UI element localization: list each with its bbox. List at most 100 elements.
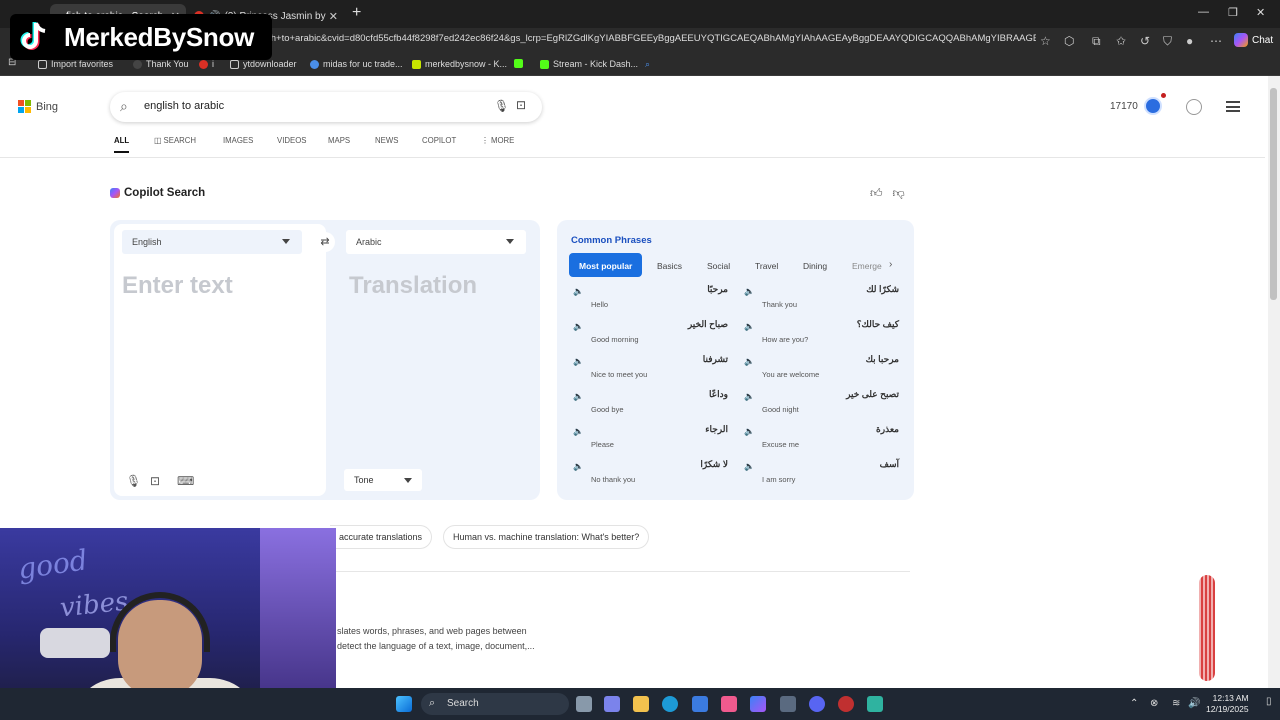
app-icon[interactable] [721,696,737,712]
phrase-item[interactable]: 🔈 معذرة Excuse me [742,424,907,454]
teams-icon[interactable] [604,696,620,712]
tab-news[interactable]: NEWS [375,136,398,145]
bookmark-kick[interactable] [514,59,523,68]
app-icon[interactable] [780,696,796,712]
account-icon[interactable] [1186,99,1202,115]
taskbar-search[interactable]: ⌕ Search [421,693,569,715]
hamburger-menu-icon[interactable] [1226,101,1240,112]
search-box[interactable]: ⌕ english to arabic 🎙 ⊡ [110,92,542,122]
edge-icon[interactable] [662,696,678,712]
phrase-item[interactable]: 🔈 تصبح على خير Good night [742,389,907,419]
phrase-item[interactable]: 🔈 تشرفنا Nice to meet you [571,354,736,384]
task-view-icon[interactable] [576,696,592,712]
category-most-popular[interactable]: Most popular [569,253,643,277]
tone-select[interactable]: Tone [344,469,422,491]
search-query[interactable]: english to arabic [144,100,224,112]
chevron-right-icon[interactable]: › [889,259,892,270]
discord-icon[interactable] [809,696,825,712]
favorite-star-icon[interactable]: ☆ [1040,34,1051,48]
speaker-icon[interactable]: 🔈 [744,286,755,297]
bookmark-import-favorites[interactable]: Import favorites [38,59,113,69]
phrase-item[interactable]: 🔈 مرحبًا Hello [571,284,736,314]
chevron-up-icon[interactable]: ⌃ [1130,698,1138,709]
speaker-icon[interactable]: 🔈 [573,391,584,402]
close-window-icon[interactable]: ✕ [1256,6,1265,19]
phrase-item[interactable]: 🔈 وداعًا Good bye [571,389,736,419]
tab-more[interactable]: ⋮ MORE [481,136,514,145]
camera-scan-icon[interactable]: ⊡ [150,474,160,488]
tab-copilot[interactable]: COPILOT [422,136,456,145]
speaker-icon[interactable]: 🔈 [573,286,584,297]
swap-languages-icon[interactable]: ⇄ [315,232,335,252]
phrase-item[interactable]: 🔈 لا شكرًا No thank you [571,459,736,489]
notepad-icon[interactable] [867,696,883,712]
source-language-select[interactable]: English [122,230,302,254]
restore-icon[interactable]: ❐ [1228,6,1238,19]
speaker-icon[interactable]: 🔈 [573,356,584,367]
tab-images[interactable]: IMAGES [223,136,253,145]
rewards-points[interactable]: 17170 [1110,101,1138,112]
phrase-item[interactable]: 🔈 شكرًا لك Thank you [742,284,907,314]
phrase-item[interactable]: 🔈 آسف I am sorry [742,459,907,489]
speaker-icon[interactable]: 🔈 [744,461,755,472]
microphone-icon[interactable]: 🎙 [126,474,141,488]
bookmark-merkedbysnow-kick[interactable]: merkedbysnow - K... [412,59,507,69]
speaker-icon[interactable]: 🔈 [744,356,755,367]
minimize-icon[interactable]: — [1198,6,1209,18]
visual-search-icon[interactable]: ⊡ [516,98,526,112]
bookmark-i[interactable]: i [199,59,214,69]
bookmark-ytdownloader[interactable]: ytdownloader [230,59,297,69]
input-placeholder[interactable]: Enter text [122,272,233,300]
speaker-icon[interactable]: 🔈 [744,321,755,332]
source-text-area[interactable] [114,224,326,496]
app-icon[interactable] [838,696,854,712]
scrollbar-thumb[interactable] [1270,88,1277,300]
rewards-icon[interactable] [1144,97,1162,115]
store-icon[interactable] [692,696,708,712]
related-search-pill[interactable]: Human vs. machine translation: What's be… [443,525,650,549]
category-basics[interactable]: Basics [657,253,682,277]
profile-icon[interactable]: ● [1186,34,1193,48]
notifications-icon[interactable]: ▯ [1266,696,1272,707]
system-clock[interactable]: 12:13 AM 12/19/2025 [1206,693,1249,715]
speaker-icon[interactable]: 🔈 [744,426,755,437]
tab-all[interactable]: ALL [114,136,130,153]
speaker-icon[interactable]: 🔈 [573,321,584,332]
bookmark-thank-you[interactable]: Thank You [133,59,189,69]
more-icon[interactable]: ⋯ [1210,34,1222,48]
tab-videos[interactable]: VIDEOS [277,136,306,145]
thumbs-down-icon[interactable]: 👎︎ [893,186,905,201]
speaker-icon[interactable]: 🔈 [573,426,584,437]
speaker-icon[interactable]: 🔈 [744,391,755,402]
new-tab-button[interactable]: + [352,4,361,22]
split-screen-icon[interactable]: ⧉ [1092,34,1101,49]
keyboard-icon[interactable]: ⌨ [177,474,194,488]
history-icon[interactable]: ↺ [1140,34,1150,48]
related-search-pill[interactable]: accurate translations [330,525,433,549]
category-dining[interactable]: Dining [803,253,827,277]
copilot-chat-button[interactable]: Chat [1234,33,1273,47]
phrase-item[interactable]: 🔈 كيف حالك؟ How are you? [742,319,907,349]
phrase-item[interactable]: 🔈 الرجاء Please [571,424,736,454]
volume-icon[interactable]: 🔊 [1188,698,1200,709]
search-icon[interactable]: ⌕ [645,59,650,70]
thumbs-up-icon[interactable]: 👍︎ [870,186,883,201]
category-travel[interactable]: Travel [755,253,778,277]
tab-search[interactable]: ◫ SEARCH [154,136,196,145]
network-status-icon[interactable]: ⊗ [1150,698,1158,709]
url-field[interactable]: sh+to+arabic&cvid=d80cfd55cfb44f8298f7ed… [266,33,1036,44]
extension-icon[interactable]: ⬡ [1064,34,1074,48]
wifi-icon[interactable]: ≋ [1172,698,1180,709]
phrase-item[interactable]: 🔈 صباح الخير Good morning [571,319,736,349]
bookmark-stream-kick[interactable]: Stream - Kick Dash... [540,59,638,69]
close-icon[interactable]: ✕ [329,10,338,23]
phrase-item[interactable]: 🔈 مرحبا بك You are welcome [742,354,907,384]
category-social[interactable]: Social [707,253,730,277]
shield-icon[interactable]: ⛉ [1163,34,1172,49]
microphone-icon[interactable]: 🎙 [494,99,509,113]
bookmark-midas[interactable]: midas for uc trade... [310,59,403,69]
category-emergency[interactable]: Emerge [852,253,882,277]
speaker-icon[interactable]: 🔈 [573,461,584,472]
bing-logo[interactable]: Bing [18,100,58,113]
windows-start-icon[interactable] [396,696,412,712]
